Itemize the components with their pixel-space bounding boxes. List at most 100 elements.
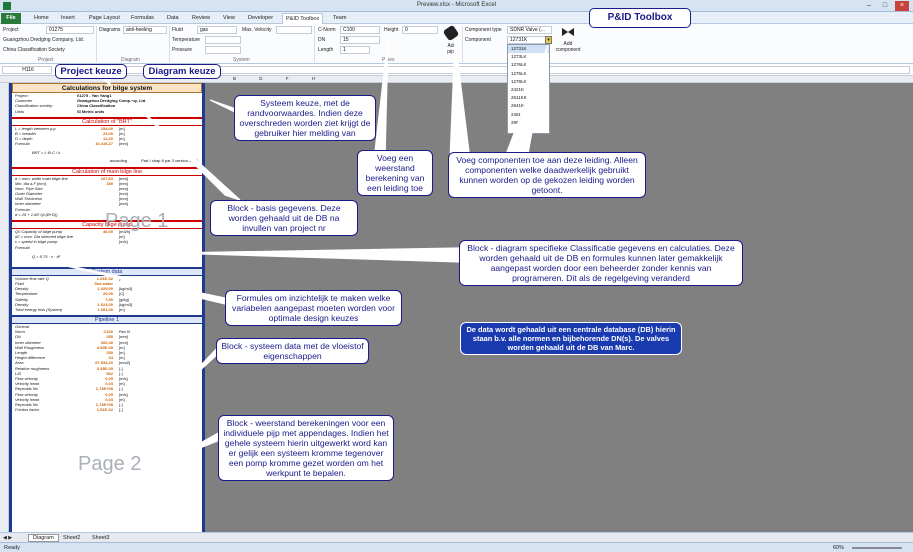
c-norm-label: C-Norm	[318, 27, 336, 33]
row-label: Friction factor	[15, 407, 40, 413]
dropdown-option[interactable]: 1278LK	[508, 78, 549, 86]
dropdown-option[interactable]: 2421K	[508, 86, 549, 94]
tab-view[interactable]: View	[220, 13, 238, 24]
tab-formulas[interactable]: Formulas	[128, 13, 157, 24]
max-velocity-input[interactable]	[276, 26, 312, 34]
project-keuze-label: Project keuze	[55, 64, 127, 79]
name-box[interactable]: H116	[2, 66, 52, 74]
add-pipe-button[interactable]: Add pipe	[443, 43, 461, 55]
brt-formula: BRT = L·B·C / k	[32, 149, 61, 155]
sheet-nav-arrows[interactable]: ◀ ▶	[3, 535, 12, 541]
dropdown-option[interactable]: 1273LK	[508, 53, 549, 61]
row-label: Total energy loss (System)	[15, 306, 63, 312]
sheet-tab-diagram[interactable]: Diagram	[28, 534, 59, 542]
project-select[interactable]: 01275	[46, 26, 94, 34]
dropdown-option[interactable]: 2511KK	[508, 94, 549, 102]
tab-pid-toolbox[interactable]: P&ID Toolbox	[282, 13, 324, 24]
sheet-tabs-bar: ◀ ▶ Diagram Sheet2 Sheet3	[0, 532, 913, 542]
height-input[interactable]: 0	[402, 26, 438, 34]
dn-select[interactable]: 15	[340, 36, 380, 44]
component-type-label: Component type	[465, 27, 502, 33]
zoom-level: 60%	[833, 545, 845, 551]
component-type-select[interactable]: SDNR Valve (...	[507, 26, 552, 34]
fluid-select[interactable]: gas	[197, 26, 237, 34]
sheet-row: Total energy loss (System) 1.091,00 [m]	[12, 307, 202, 312]
column-letters: B D F H	[233, 76, 316, 81]
dropdown-option[interactable]: 12731K	[508, 45, 549, 54]
minimize-icon[interactable]: –	[862, 1, 876, 11]
row-value[interactable]	[77, 207, 113, 212]
tab-home[interactable]: Home	[31, 13, 52, 24]
callout-systeem-data: Block - systeem data met de vloeistof ei…	[216, 338, 369, 364]
tab-data[interactable]: Data	[164, 13, 182, 24]
fluid-label: Fluid	[172, 27, 183, 33]
dropdown-option[interactable]: 1276LK	[508, 61, 549, 69]
valve-icon[interactable]	[561, 27, 575, 37]
row-value[interactable]: 1,51E-02	[77, 407, 113, 412]
sheet-tab-sheet2[interactable]: Sheet2	[63, 535, 80, 541]
worksheet-page[interactable]: Calculations for bilge system Project :0…	[9, 83, 205, 532]
dropdown-option[interactable]: 1276LK	[508, 70, 549, 78]
section-system-data: System data	[12, 266, 202, 276]
column-headers: B D F H	[0, 76, 913, 83]
row-label: Units	[15, 108, 25, 114]
row-value: SI Metric units	[77, 108, 105, 114]
group-pipes-label: Pipes	[382, 57, 395, 63]
dropdown-option[interactable]: 2461K	[508, 111, 549, 119]
sheet-title: Calculations for bilge system	[12, 83, 202, 93]
component-dropdown[interactable]: 12731K 1273LK 1276LK 1276LK 1278LK 2421K…	[507, 44, 550, 134]
society-name: China Classification Society	[3, 47, 65, 53]
row-headers	[0, 83, 9, 532]
brt-block: L = length between p.p. 154,00 [m] B = brea…	[12, 126, 202, 147]
pid-toolbox-label: P&ID Toolbox	[589, 8, 691, 28]
row-value[interactable]: 10.416,27	[77, 141, 113, 146]
project-label: Project	[3, 27, 19, 33]
sheet-row: Units SI Metric units	[12, 109, 202, 114]
length-input[interactable]: 1	[340, 46, 370, 54]
chevron-down-icon[interactable]: ▾	[545, 36, 552, 44]
tab-developer[interactable]: Developer	[245, 13, 276, 24]
title-bar: Preview.xlsx - Microsoft Excel – □ ×	[0, 0, 913, 12]
pressure-input[interactable]	[205, 46, 241, 54]
dn-label: DN	[318, 37, 326, 43]
close-icon[interactable]: ×	[895, 1, 909, 11]
height-label: Height	[384, 27, 399, 33]
tab-insert[interactable]: Insert	[58, 13, 78, 24]
pressure-label: Pressure	[172, 47, 193, 53]
section-pipeline: Pipeline 1	[12, 315, 202, 325]
according-label: according	[109, 157, 128, 163]
callout-database: De data wordt gehaald uit een centrale d…	[460, 322, 682, 355]
tab-team[interactable]: Team	[330, 13, 349, 24]
dropdown-option[interactable]: 2891K	[508, 119, 549, 127]
group-diagram-label: Diagram	[121, 57, 140, 63]
callout-weerstand-berekeningen: Block - weerstand berekeningen voor een …	[218, 415, 394, 481]
callout-diagram-specifiek: Block - diagram specifieke Classificatie…	[459, 240, 743, 286]
tab-review[interactable]: Review	[189, 13, 213, 24]
pipeline-block: General Norm C100 Rev B DN 250 [mm] Inner diame…	[12, 324, 202, 412]
add-component-button[interactable]: Add component	[554, 41, 582, 53]
tab-page-layout[interactable]: Page Layout	[86, 13, 123, 24]
maximize-icon[interactable]: □	[878, 1, 892, 11]
diagrams-label: Diagrams	[99, 27, 121, 33]
tab-file[interactable]: File	[1, 13, 21, 24]
divider	[169, 26, 170, 62]
status-ready: Ready	[4, 545, 20, 551]
row-unit: [-]	[119, 407, 123, 413]
max-velocity-label: Max. Velocity	[242, 27, 272, 33]
diagram-keuze-label: Diagram keuze	[143, 64, 221, 79]
dropdown-option[interactable]: 2641K	[508, 102, 549, 110]
temperature-input[interactable]	[205, 36, 241, 44]
sheet-row: Friction factor 1,51E-02 [-]	[12, 407, 202, 412]
c-norm-select[interactable]: C100	[340, 26, 380, 34]
zoom-slider[interactable]	[852, 547, 902, 549]
project-info-block: Project :01275 - Yan Yang1 Customer Guangz…	[12, 93, 202, 114]
sheet-tab-sheet3[interactable]: Sheet3	[92, 535, 109, 541]
divider	[462, 26, 463, 62]
row-value[interactable]: 1.091,00	[77, 307, 113, 312]
row-unit	[113, 207, 143, 212]
diagrams-select[interactable]: anti-heeling	[123, 26, 167, 34]
group-project-label: Project	[38, 57, 54, 63]
row-value[interactable]	[77, 245, 113, 250]
pipe-icon[interactable]	[442, 24, 460, 42]
row-unit	[113, 245, 143, 250]
